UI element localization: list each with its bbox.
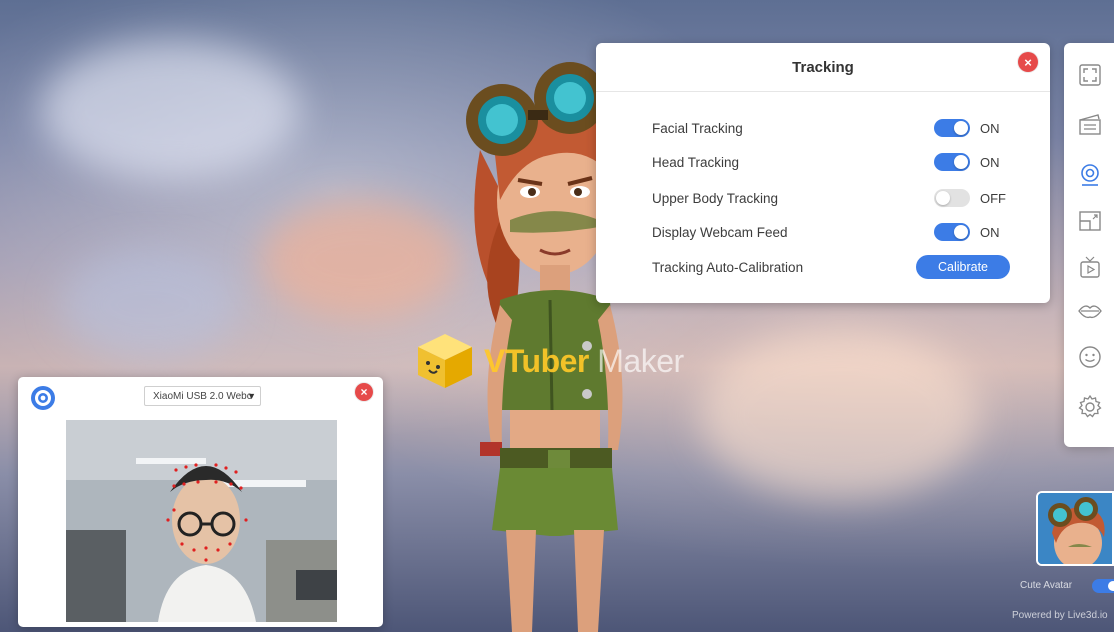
- watermark-brand-b: Maker: [588, 342, 684, 379]
- background-glow: [60, 250, 240, 360]
- background-glow: [700, 330, 980, 500]
- upper-body-tracking-toggle[interactable]: [934, 189, 970, 207]
- display-webcam-row: Display Webcam Feed ON: [652, 219, 1010, 245]
- app-stage: VTuber Maker Tracking × Facial Tracking …: [0, 0, 1114, 632]
- watermark-brand-a: VTuber: [484, 342, 589, 379]
- webcam-feed-image: [66, 420, 337, 622]
- lip-sync-button[interactable]: [1076, 297, 1104, 325]
- expression-button[interactable]: [1076, 343, 1104, 371]
- tracking-panel: Tracking × Facial Tracking ON Head Track…: [596, 43, 1050, 303]
- gear-icon: [1078, 394, 1102, 418]
- facial-tracking-toggle[interactable]: [934, 119, 970, 137]
- display-webcam-state: ON: [980, 224, 1000, 240]
- webcam-feed: [66, 420, 337, 622]
- smiley-icon: [1079, 346, 1101, 368]
- avatar-switch-label: Cute Avatar: [1020, 580, 1073, 591]
- avatar-switch-toggle[interactable]: [1092, 579, 1114, 593]
- upper-body-tracking-state: OFF: [980, 190, 1006, 206]
- camera-device-select[interactable]: XiaoMi USB 2.0 Webc ▼: [144, 386, 261, 406]
- panel-title: Tracking: [596, 43, 1050, 92]
- webcam-panel: XiaoMi USB 2.0 Webc ▼ ×: [18, 377, 383, 627]
- toggle-knob: [954, 155, 968, 169]
- close-tracking-button[interactable]: ×: [1018, 52, 1038, 72]
- facial-tracking-row: Facial Tracking ON: [652, 115, 1010, 141]
- avatar-thumbnail[interactable]: [1036, 491, 1114, 566]
- fullscreen-button[interactable]: [1076, 61, 1104, 89]
- toggle-knob: [1108, 581, 1114, 591]
- head-tracking-label: Head Tracking: [652, 154, 740, 170]
- head-tracking-toggle[interactable]: [934, 153, 970, 171]
- facial-tracking-label: Facial Tracking: [652, 120, 743, 136]
- cube-logo-icon: [418, 334, 472, 388]
- webcam-logo-icon: [31, 386, 55, 410]
- vtuber-maker-watermark: VTuber Maker: [414, 330, 684, 392]
- media-button[interactable]: [1076, 253, 1104, 281]
- avatar-thumbnail-image: [1038, 493, 1112, 564]
- background-glow: [260, 200, 460, 320]
- calibrate-button[interactable]: Calibrate: [916, 255, 1010, 279]
- lips-icon: [1078, 305, 1102, 319]
- fullscreen-icon: [1079, 64, 1101, 86]
- background-glow: [40, 40, 300, 180]
- clapperboard-icon: [1079, 114, 1101, 135]
- close-icon: ×: [1024, 54, 1032, 70]
- auto-calibration-label: Tracking Auto-Calibration: [652, 259, 804, 275]
- head-tracking-row: Head Tracking ON: [652, 149, 1010, 175]
- watermark-text: VTuber Maker: [484, 343, 684, 380]
- toggle-knob: [954, 121, 968, 135]
- powered-by-text: Powered by Live3d.io: [1012, 610, 1108, 621]
- layout-button[interactable]: [1076, 207, 1104, 235]
- chevron-down-icon: ▼: [247, 391, 256, 401]
- right-toolbar: [1064, 43, 1114, 447]
- toggle-knob: [954, 225, 968, 239]
- tracking-button[interactable]: [1076, 161, 1104, 189]
- close-webcam-button[interactable]: ×: [355, 383, 373, 401]
- layout-icon: [1079, 211, 1101, 231]
- display-webcam-label: Display Webcam Feed: [652, 224, 788, 240]
- close-icon: ×: [360, 385, 368, 399]
- upper-body-tracking-row: Upper Body Tracking OFF: [652, 185, 1010, 211]
- scene-button[interactable]: [1076, 110, 1104, 138]
- head-tracking-state: ON: [980, 154, 1000, 170]
- auto-calibration-row: Tracking Auto-Calibration Calibrate: [652, 254, 1010, 280]
- toggle-knob: [936, 191, 950, 205]
- upper-body-tracking-label: Upper Body Tracking: [652, 190, 779, 206]
- settings-button[interactable]: [1076, 393, 1104, 421]
- facial-tracking-state: ON: [980, 120, 1000, 136]
- display-webcam-toggle[interactable]: [934, 223, 970, 241]
- webcam-icon: [1081, 164, 1099, 186]
- tv-icon: [1080, 256, 1100, 278]
- camera-device-value: XiaoMi USB 2.0 Webc: [153, 390, 252, 402]
